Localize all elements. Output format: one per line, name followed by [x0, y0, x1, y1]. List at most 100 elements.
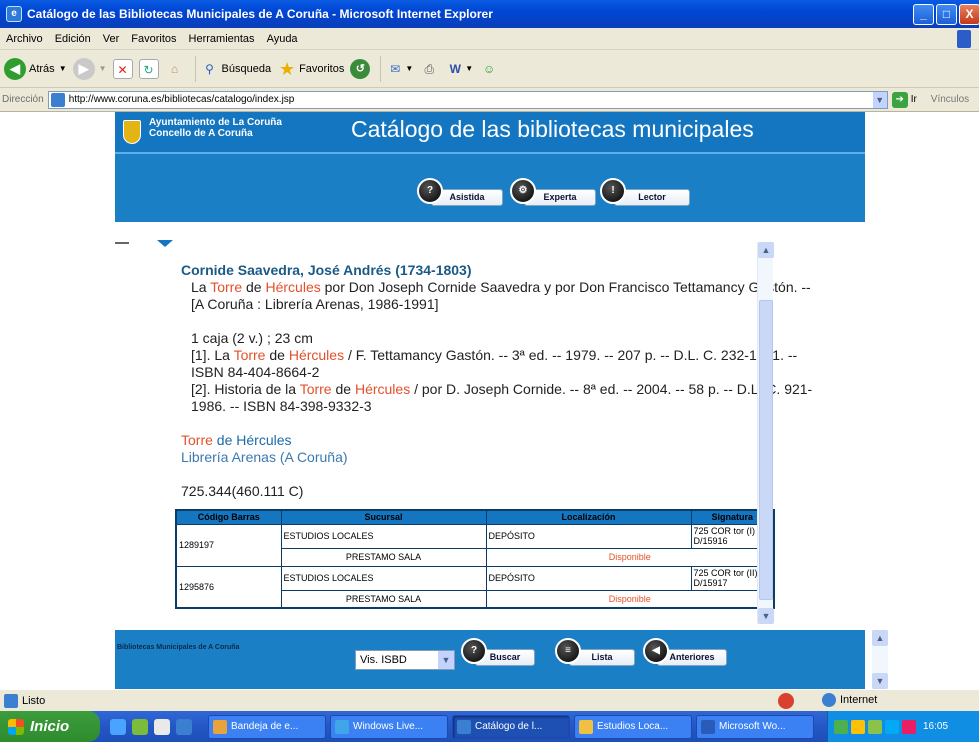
edit-dropdown-icon[interactable]: ▼ — [465, 64, 473, 73]
record-physical: 1 caja (2 v.) ; 23 cm — [191, 330, 313, 346]
taskbar: Inicio Bandeja de e... Windows Live... C… — [0, 711, 979, 742]
task-label: Microsoft Wo... — [719, 721, 786, 732]
task-outlook[interactable]: Bandeja de e... — [208, 714, 326, 739]
menu-favoritos[interactable]: Favoritos — [125, 33, 182, 45]
maximize-button[interactable]: □ — [936, 4, 957, 25]
content1-pre: [1]. La — [191, 347, 234, 363]
start-label: Inicio — [30, 718, 70, 735]
content2-mid: de — [331, 381, 355, 397]
task-label: Bandeja de e... — [231, 721, 299, 732]
history-button[interactable]: ↺ — [350, 58, 371, 79]
search-button[interactable]: ⚲ Búsqueda — [200, 59, 271, 79]
task-catalogo[interactable]: Catálogo de l... — [452, 714, 570, 739]
page-done-icon — [4, 693, 18, 708]
catalog-footer: Bibliotecas Municipales de A Coruña Vis.… — [115, 630, 888, 689]
record-content-2: [2]. Historia de la Torre de Hércules / … — [181, 381, 821, 415]
stop-icon: ✕ — [112, 58, 133, 79]
start-button[interactable]: Inicio — [0, 711, 100, 742]
mail-button[interactable]: ✉ ▼ — [385, 59, 413, 79]
list-icon: ≡ — [555, 638, 581, 664]
update-icon[interactable] — [902, 719, 916, 734]
stop-button[interactable]: ✕ — [112, 58, 133, 79]
scroll-up-icon[interactable]: ▲ — [758, 242, 774, 258]
status-cell: Disponible — [485, 547, 775, 567]
favorites-button[interactable]: ★ Favoritos — [277, 59, 344, 79]
view-format-select[interactable]: Vis. ISBD ▼ — [355, 650, 455, 670]
network-icon[interactable] — [834, 719, 848, 734]
title-mid: de — [242, 279, 266, 295]
task-estudios[interactable]: Estudios Loca... — [574, 714, 692, 739]
footer-scrollbar[interactable]: ▲ ▼ — [872, 630, 888, 689]
expand-triangle-icon[interactable] — [157, 240, 173, 247]
nav-lector-button[interactable]: Lector ! — [600, 178, 690, 206]
menu-ayuda[interactable]: Ayuda — [261, 33, 304, 45]
toolbar-separator — [194, 55, 196, 82]
back-button[interactable]: ◀ Atrás ▼ — [4, 57, 67, 80]
nav-asistida-button[interactable]: Asistida ? — [417, 178, 503, 206]
nav-experta-button[interactable]: Experta ⚙ — [510, 178, 596, 206]
address-input[interactable]: http://www.coruna.es/bibliotecas/catalog… — [47, 90, 888, 109]
messenger-button[interactable]: ☺ — [479, 59, 499, 79]
search-button-footer[interactable]: Buscar ? — [461, 638, 535, 666]
record-author[interactable]: Cornide Saavedra, José Andrés (1734-1803… — [181, 262, 821, 279]
messenger-quick-icon[interactable] — [132, 718, 148, 735]
location-cell: DEPÓSITO — [485, 523, 692, 549]
home-button[interactable]: ⌂ — [165, 59, 185, 79]
title-highlight-torre: Torre — [210, 279, 243, 295]
forward-dropdown-icon[interactable]: ▼ — [99, 64, 107, 73]
branch-cell: ESTUDIOS LOCALES — [280, 565, 487, 591]
forward-button[interactable]: ▶ ▼ — [72, 57, 107, 80]
scrollbar-thumb[interactable] — [759, 300, 773, 600]
collapse-dash-icon[interactable] — [115, 242, 129, 244]
refresh-button[interactable]: ↻ — [138, 58, 159, 79]
task-word[interactable]: Microsoft Wo... — [696, 714, 814, 739]
record-subject[interactable]: Torre de Hércules — [181, 432, 821, 449]
go-label: Ir — [910, 94, 917, 105]
clock[interactable]: 16:05 — [923, 721, 948, 732]
favorites-label: Favoritos — [299, 62, 345, 75]
subject-hl: Torre — [181, 432, 213, 448]
record-content-1: [1]. La Torre de Hércules / F. Tettamanc… — [181, 347, 821, 381]
table-row: 1289197 ESTUDIOS LOCALES DEPÓSITO 725 CO… — [175, 523, 775, 567]
menu-ver[interactable]: Ver — [97, 33, 126, 45]
display-icon[interactable] — [885, 719, 899, 734]
scroll-down-icon[interactable]: ▼ — [758, 608, 774, 624]
mail-inbox-icon — [213, 719, 227, 734]
reader-icon: ! — [600, 178, 626, 204]
previous-button-footer[interactable]: Anteriores ◀ — [643, 638, 727, 666]
back-arrow-icon: ◀ — [4, 57, 26, 80]
chevron-down-icon[interactable]: ▼ — [438, 651, 454, 669]
show-desktop-icon[interactable] — [110, 718, 126, 735]
close-button[interactable]: X — [959, 4, 979, 25]
loan-cell: PRESTAMO SALA — [280, 589, 487, 609]
go-button[interactable]: ➔ Ir — [891, 91, 917, 108]
page-viewport: Ayuntamiento de La Coruña Concello de A … — [0, 112, 979, 689]
print-button[interactable]: ⎙ — [419, 59, 439, 79]
minimize-button[interactable]: _ — [913, 4, 934, 25]
mail-dropdown-icon[interactable]: ▼ — [405, 64, 413, 73]
loan-cell: PRESTAMO SALA — [280, 547, 487, 567]
ie-quick-icon[interactable] — [176, 718, 192, 735]
ie-logo-icon: e — [6, 6, 22, 22]
menu-archivo[interactable]: Archivo — [0, 33, 49, 45]
links-toolbar[interactable]: Vínculos — [931, 94, 969, 105]
menu-edicion[interactable]: Edición — [49, 33, 97, 45]
back-dropdown-icon[interactable]: ▼ — [59, 64, 67, 73]
media-player-icon[interactable] — [154, 718, 170, 735]
volume-icon[interactable] — [851, 719, 865, 734]
record-scrollbar[interactable]: ▲ ▼ — [757, 242, 774, 624]
browser-toolbar: ◀ Atrás ▼ ▶ ▼ ✕ ↻ ⌂ ⚲ Búsqueda ★ Favorit… — [0, 50, 979, 88]
task-windows-live[interactable]: Windows Live... — [330, 714, 448, 739]
edit-button[interactable]: W ▼ — [445, 59, 474, 79]
footer-scroll-down-icon[interactable]: ▼ — [872, 673, 888, 689]
record-publisher-link[interactable]: Librería Arenas (A Coruña) — [181, 449, 821, 466]
menu-herramientas[interactable]: Herramientas — [183, 33, 261, 45]
address-dropdown-icon[interactable]: ▼ — [872, 91, 887, 108]
content2-pre: [2]. Historia de la — [191, 381, 300, 397]
security-tray-icon[interactable] — [868, 719, 882, 734]
window-titlebar[interactable]: e Catálogo de las Bibliotecas Municipale… — [0, 0, 979, 28]
list-button-footer[interactable]: Lista ≡ — [555, 638, 635, 666]
system-tray: 16:05 — [827, 711, 979, 742]
popup-blocked-icon[interactable] — [778, 693, 794, 709]
footer-scroll-up-icon[interactable]: ▲ — [872, 630, 888, 646]
